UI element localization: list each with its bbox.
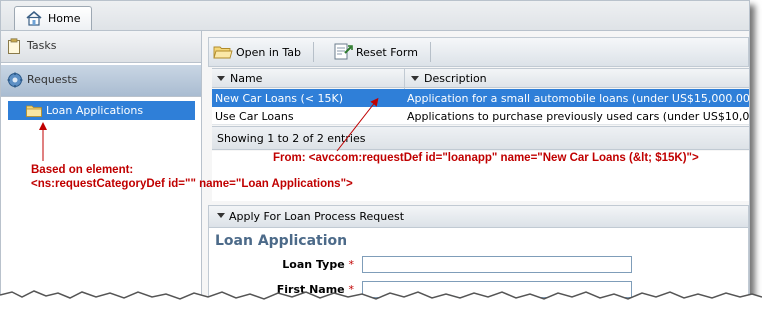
cell-name: Use Car Loans xyxy=(215,110,294,123)
cell-description: Application for a small automobile loans… xyxy=(407,92,750,105)
reset-form-label: Reset Form xyxy=(356,46,418,59)
form-title: Loan Application xyxy=(215,233,348,249)
tab-home[interactable]: Home xyxy=(14,6,92,30)
open-in-tab-button[interactable]: Open in Tab xyxy=(213,44,305,62)
main-content: Open in Tab Reset Form Name Description … xyxy=(208,31,749,300)
open-folder-icon xyxy=(213,44,233,63)
grid-header: Name Description xyxy=(212,68,749,89)
annotation-left-line1: Based on element: xyxy=(31,164,134,176)
sort-icon xyxy=(217,76,225,81)
reset-form-button[interactable]: Reset Form xyxy=(333,43,423,64)
tab-bar: Home xyxy=(1,1,749,31)
table-row[interactable]: New Car Loans (< 15K) Application for a … xyxy=(212,89,749,107)
reset-form-icon xyxy=(333,43,353,64)
accordion-requests-label: Requests xyxy=(27,73,78,86)
toolbar-separator xyxy=(313,42,314,62)
loan-type-input[interactable] xyxy=(362,256,632,273)
annotation-left-line2: <ns:requestCategoryDef id="" name="Loan … xyxy=(31,178,353,190)
toolbar: Open in Tab Reset Form xyxy=(208,37,749,67)
toolbar-separator xyxy=(430,42,431,62)
tree-item-label: Loan Applications xyxy=(46,104,144,117)
form-panel-title: Apply For Loan Process Request xyxy=(229,210,405,223)
loan-type-label-text: Loan Type xyxy=(282,258,345,271)
paging-status: Showing 1 to 2 of 2 entries xyxy=(217,132,366,145)
clipboard-icon xyxy=(7,38,21,57)
folder-icon xyxy=(26,104,42,120)
column-header-name[interactable]: Name xyxy=(230,72,262,85)
form-panel-header[interactable]: Apply For Loan Process Request xyxy=(209,206,748,228)
tree-item-loan-applications[interactable]: Loan Applications xyxy=(8,101,195,120)
cell-description: Applications to purchase previously used… xyxy=(407,110,750,123)
open-in-tab-label: Open in Tab xyxy=(236,46,302,59)
house-icon xyxy=(25,10,43,29)
tab-home-label: Home xyxy=(48,12,81,25)
gear-icon xyxy=(7,72,23,91)
collapse-icon xyxy=(217,213,225,218)
form-panel: Apply For Loan Process Request Loan Appl… xyxy=(208,205,749,300)
required-mark: * xyxy=(348,258,355,271)
cell-name: New Car Loans (< 15K) xyxy=(215,92,344,105)
accordion-tasks[interactable]: Tasks xyxy=(1,31,201,63)
accordion-requests[interactable]: Requests xyxy=(1,65,201,97)
column-header-description[interactable]: Description xyxy=(424,72,487,85)
table-row[interactable]: Use Car Loans Applications to purchase p… xyxy=(212,107,749,125)
column-resize-handle[interactable] xyxy=(404,69,405,89)
sort-icon xyxy=(411,76,419,81)
accordion-tasks-label: Tasks xyxy=(27,39,57,52)
loan-type-label: Loan Type * xyxy=(214,258,354,271)
app-window: Home Tasks Requests Loan Applications Op… xyxy=(0,0,750,301)
annotation-right: From: <avccom:requestDef id="loanapp" na… xyxy=(273,152,699,164)
torn-edge xyxy=(0,290,762,313)
grid-footer: Showing 1 to 2 of 2 entries xyxy=(212,126,749,150)
